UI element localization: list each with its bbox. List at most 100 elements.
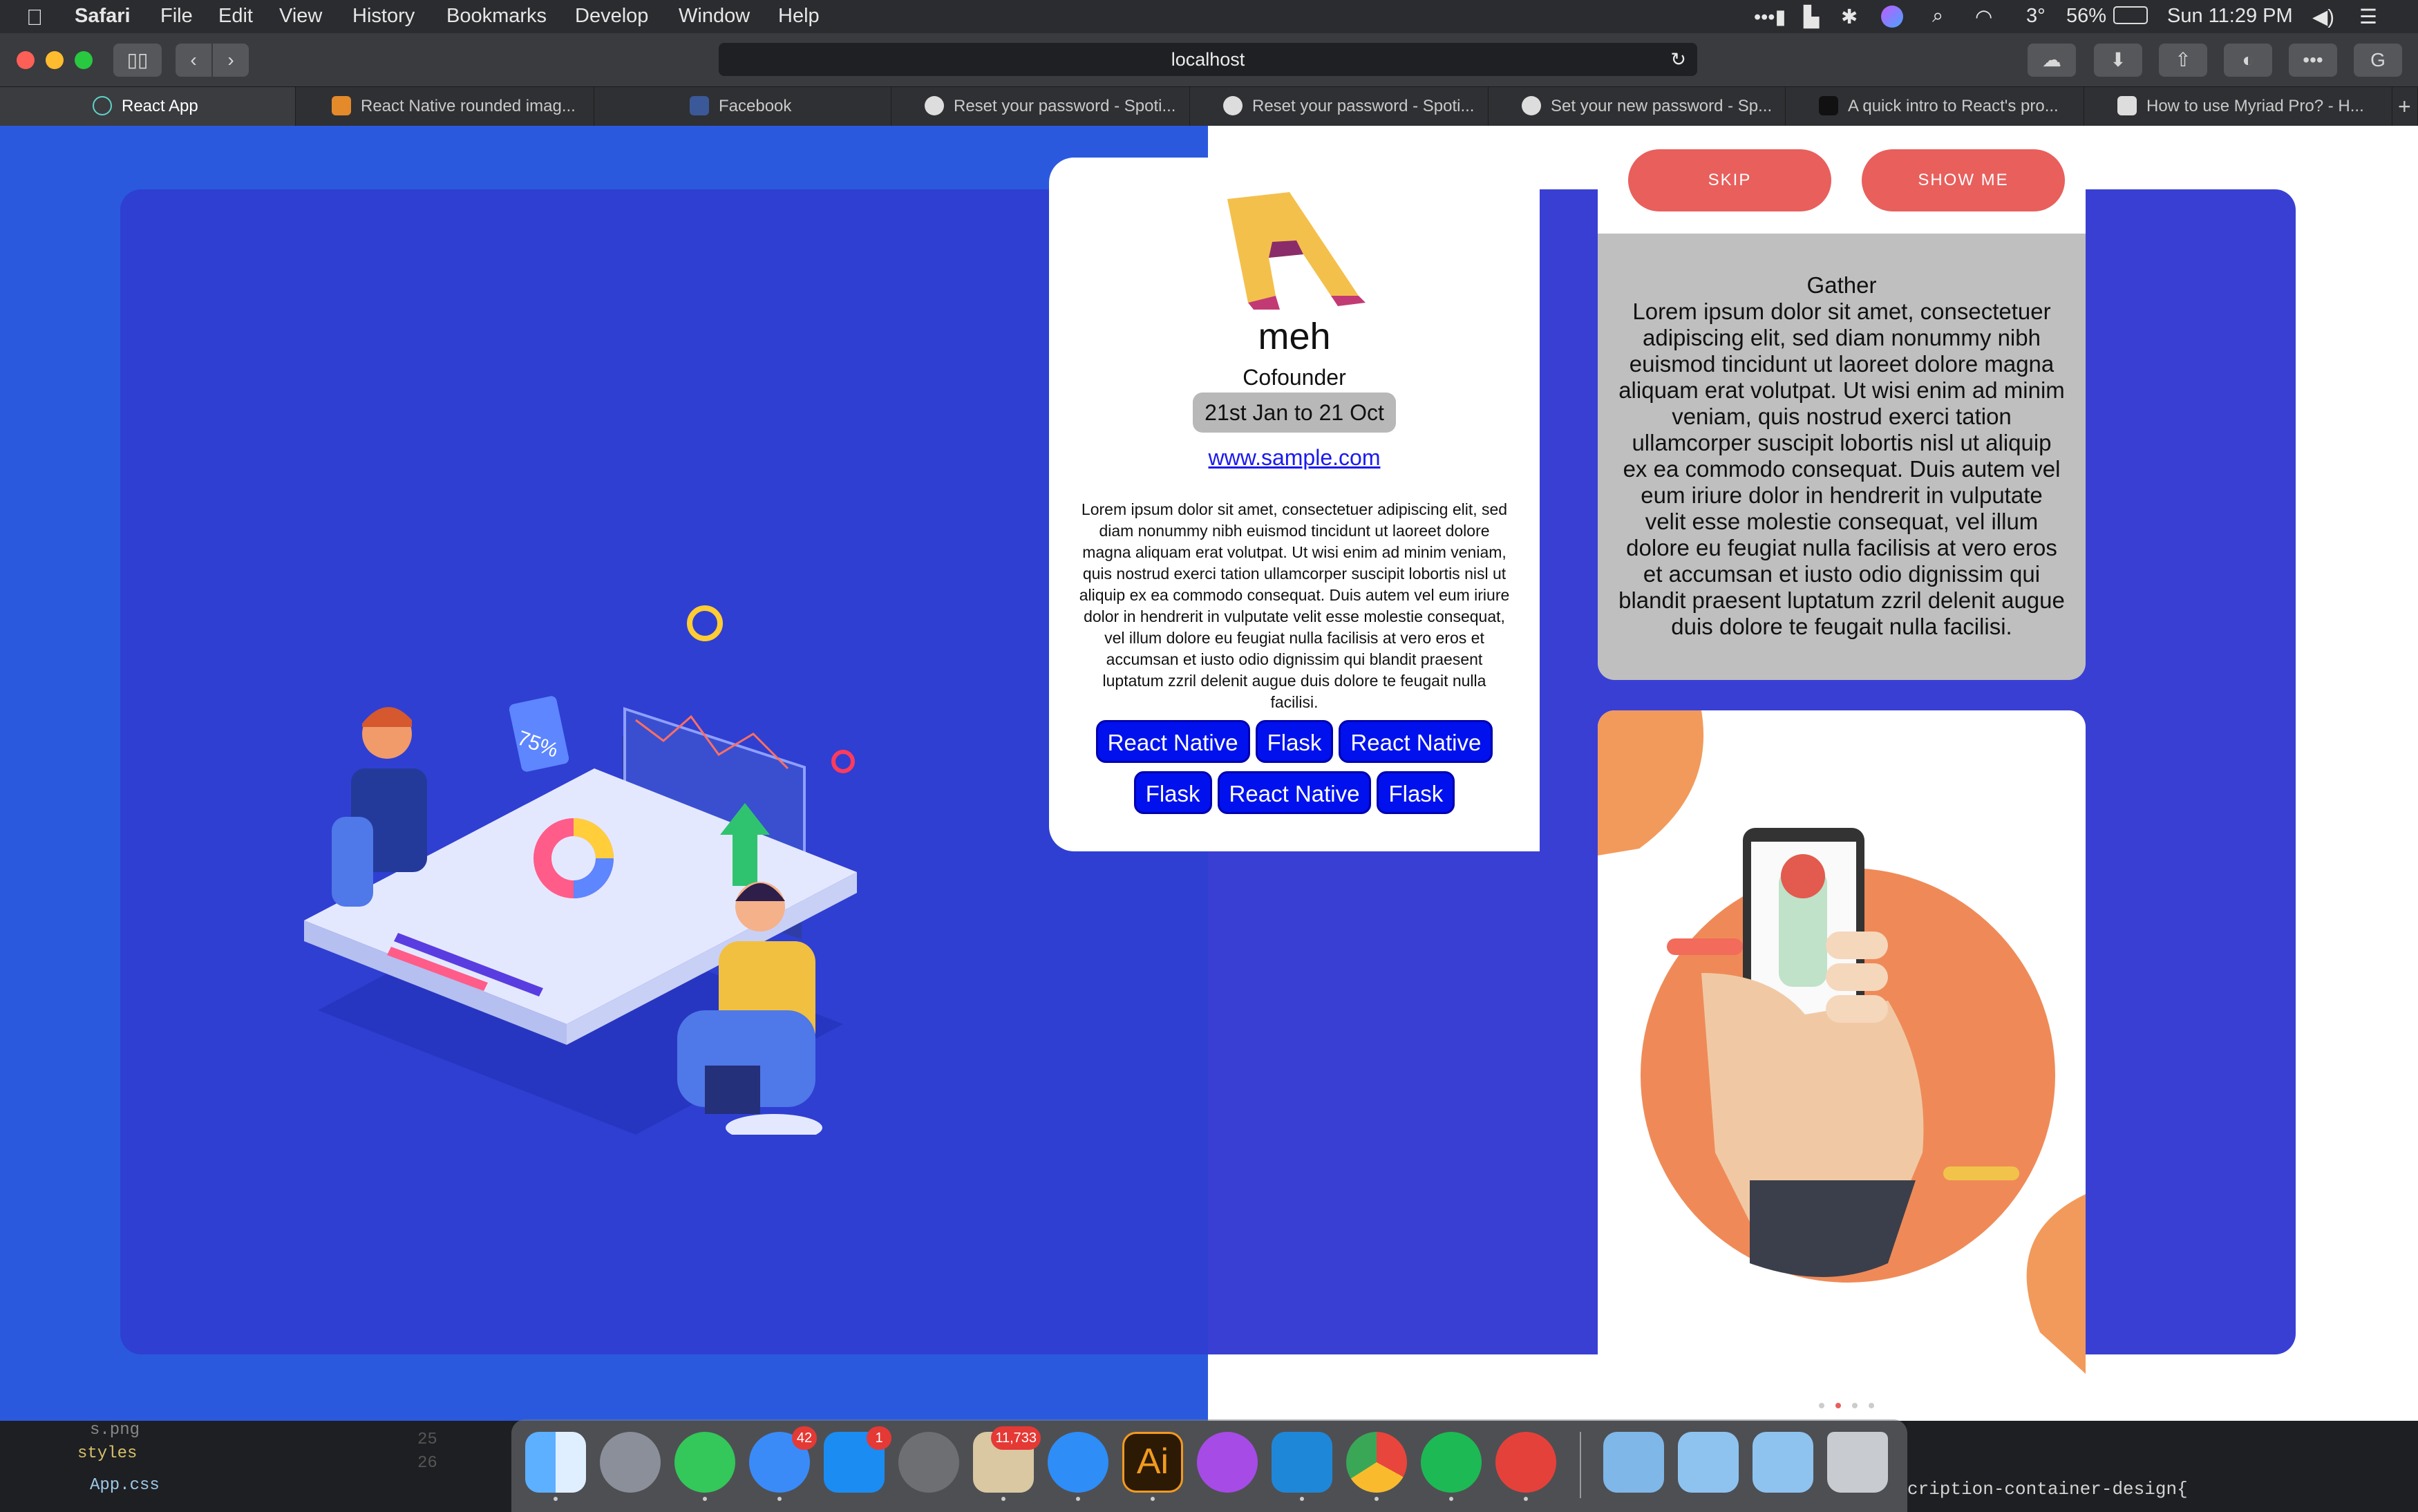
battery-icon[interactable] [2113, 6, 2148, 24]
editor-peek-right: cription-container-design{ [1907, 1421, 2418, 1512]
illustrator-icon[interactable]: Ai [1122, 1432, 1183, 1493]
tab-spotify-set-password[interactable]: Set your new password - Sp... [1489, 87, 1786, 126]
wifi-icon[interactable]: ◠ [1975, 5, 1992, 29]
menu-help[interactable]: Help [778, 5, 820, 28]
running-indicator [1524, 1497, 1528, 1501]
tag-chip[interactable]: React Native [1339, 720, 1493, 763]
tab-spotify-reset-2[interactable]: Reset your password - Spoti... [1190, 87, 1489, 126]
menu-view[interactable]: View [279, 5, 322, 28]
close-window-button[interactable] [17, 51, 35, 69]
menu-app-name[interactable]: Safari [75, 5, 131, 28]
spotify-icon [925, 95, 944, 115]
tag-chip[interactable]: React Native [1217, 771, 1372, 814]
notification-center-icon[interactable]: ☰ [2359, 5, 2377, 29]
safari-icon[interactable] [1048, 1432, 1108, 1493]
onboarding-text-card: Gather Lorem ipsum dolor sit amet, conse… [1598, 234, 2086, 680]
zoom-window-button[interactable] [75, 51, 93, 69]
new-tab-button[interactable]: + [2392, 87, 2418, 126]
share-icon[interactable]: ⇧ [2159, 44, 2207, 77]
tag-chip[interactable]: React Native [1095, 720, 1250, 763]
sidebar-toggle-icon[interactable]: ▯▯ [113, 44, 162, 77]
trash-icon[interactable] [1827, 1432, 1888, 1493]
profile-link[interactable]: www.sample.com [1049, 445, 1540, 471]
app-store-icon[interactable]: 1 [824, 1426, 891, 1493]
web-page: 75% meh Cofounder 21st Jan to 21 Oct www… [0, 126, 2418, 1421]
forward-button[interactable]: › [213, 44, 249, 77]
tag-chip[interactable]: Flask [1255, 720, 1334, 763]
profile-card: meh Cofounder 21st Jan to 21 Oct www.sam… [1049, 158, 1540, 851]
vscode-icon[interactable] [1272, 1432, 1332, 1493]
stackoverflow-icon [332, 95, 351, 115]
temperature: 3° [2026, 5, 2046, 27]
finder-icon[interactable] [525, 1432, 586, 1493]
mail-icon[interactable]: 11,733 [973, 1426, 1041, 1493]
logo-a-icon [1227, 192, 1366, 310]
tag-chip[interactable]: Flask [1133, 771, 1212, 814]
running-indicator [703, 1497, 707, 1501]
downloads-icon[interactable]: ⬇ [2094, 44, 2142, 77]
apple-icon[interactable]:  [26, 5, 43, 30]
site-icon [2117, 95, 2137, 115]
menu-file[interactable]: File [160, 5, 193, 28]
menu-bookmarks[interactable]: Bookmarks [446, 5, 547, 28]
more-icon[interactable]: •••▮ [1754, 5, 1786, 29]
extension-more-icon[interactable]: ••• [2289, 44, 2337, 77]
editor-peek-left: s.png styles App.css 25 26 [0, 1421, 511, 1512]
volume-icon[interactable]: ◀) [2312, 5, 2334, 29]
system-preferences-icon[interactable] [898, 1432, 959, 1493]
onboarding-image-card [1598, 710, 2086, 1412]
split-view-icon[interactable]: ▙ [1804, 5, 1819, 29]
launchpad-icon[interactable] [600, 1432, 661, 1493]
spotify-icon[interactable] [1421, 1432, 1482, 1493]
battery-percent: 56% [2066, 5, 2107, 27]
phone-hand-illustration [1598, 710, 2086, 1374]
reload-icon[interactable]: ↻ [1670, 43, 1686, 76]
folder-entry[interactable]: styles [77, 1444, 137, 1463]
grammarly-icon[interactable]: G [2354, 44, 2402, 77]
tab-label: Reset your password - Spoti... [1252, 97, 1475, 115]
line-number: 26 [417, 1454, 437, 1473]
chrome-icon[interactable] [1346, 1432, 1407, 1493]
page-dot-active[interactable] [1835, 1403, 1841, 1408]
tag-chip[interactable]: Flask [1377, 771, 1455, 814]
background-fill [1540, 189, 1596, 851]
tab-facebook[interactable]: Facebook [594, 87, 891, 126]
applications-folder-icon[interactable] [1753, 1432, 1813, 1493]
podcasts-icon[interactable] [1197, 1432, 1258, 1493]
bluetooth-icon[interactable]: ✱ [1841, 5, 1858, 29]
menu-window[interactable]: Window [679, 5, 750, 28]
file-entry[interactable]: s.png [90, 1421, 140, 1439]
menu-history[interactable]: History [352, 5, 415, 28]
tab-spotify-reset-1[interactable]: Reset your password - Spoti... [891, 87, 1190, 126]
tab-myriad-pro[interactable]: How to use Myriad Pro? - H... [2084, 87, 2392, 126]
messages-icon[interactable]: 42 [749, 1426, 817, 1493]
show-me-button[interactable]: SHOW ME [1862, 149, 2065, 211]
skip-button[interactable]: SKIP [1628, 149, 1831, 211]
whatsapp-icon[interactable] [674, 1432, 735, 1493]
clock[interactable]: Sun 11:29 PM [2167, 5, 2293, 28]
page-dot[interactable] [1852, 1403, 1858, 1408]
back-button[interactable]: ‹ [176, 44, 211, 77]
search-icon[interactable]: ⌕ [1932, 5, 1943, 28]
tab-label: Set your new password - Sp... [1551, 97, 1773, 115]
tab-react-app[interactable]: React App [0, 87, 296, 126]
icloud-icon[interactable]: ☁ [2028, 44, 2076, 77]
minimize-window-button[interactable] [46, 51, 64, 69]
file-entry[interactable]: App.css [90, 1476, 160, 1495]
menu-develop[interactable]: Develop [575, 5, 648, 28]
documents-folder-icon[interactable] [1678, 1432, 1739, 1493]
more-app-icon[interactable] [1495, 1432, 1556, 1493]
address-bar[interactable]: localhost ↻ [719, 43, 1697, 76]
tab-label: React Native rounded imag... [361, 97, 576, 115]
extension-icon[interactable]: ◐ [2224, 44, 2272, 77]
downloads-folder-icon[interactable] [1603, 1432, 1664, 1493]
running-indicator [1151, 1497, 1155, 1501]
tab-react-intro[interactable]: A quick intro to React's pro... [1786, 87, 2084, 126]
menu-edit[interactable]: Edit [218, 5, 253, 28]
page-dot[interactable] [1819, 1403, 1824, 1408]
page-dot[interactable] [1869, 1403, 1874, 1408]
running-indicator [777, 1497, 782, 1501]
url-text: localhost [1171, 49, 1245, 70]
siri-icon[interactable] [1881, 6, 1903, 28]
tab-react-native-rounded[interactable]: React Native rounded imag... [296, 87, 594, 126]
